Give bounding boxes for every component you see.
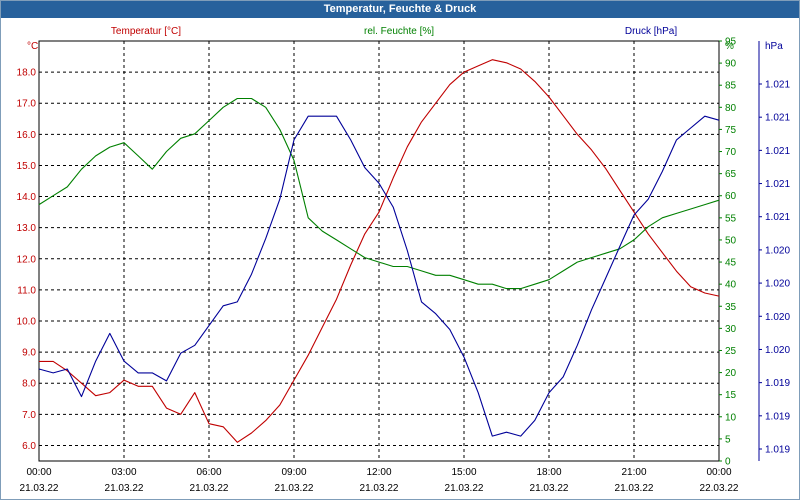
humidity-axis-label: rel. Feuchte [%] [364,26,434,37]
pressure-axis-label: Druck [hPa] [625,26,677,37]
pressure-tick-label: 1.021 [765,146,790,157]
x-tick-time: 15:00 [451,467,476,478]
temperature-tick-label: 12.0 [17,254,37,265]
x-tick-date: 22.03.22 [700,483,739,494]
pressure-tick-label: 1.020 [765,312,790,323]
humidity-tick-label: 35 [725,302,737,313]
humidity-tick-label: 40 [725,280,737,291]
humidity-tick-label: 65 [725,169,737,180]
humidity-tick-label: 90 [725,59,737,70]
pressure-tick-label: 1.019 [765,445,790,456]
x-tick-time: 12:00 [366,467,391,478]
pressure-tick-label: 1.019 [765,378,790,389]
x-tick-date: 21.03.22 [530,483,569,494]
pressure-tick-label: 1.020 [765,345,790,356]
chart-window: Temperatur, Feuchte & Druck 00:00 21.03.2… [0,0,800,500]
temperature-tick-label: 16.0 [17,130,37,141]
humidity-tick-label: 15 [725,390,737,401]
pressure-tick-label: 1.021 [765,80,790,91]
humidity-tick-label: 85 [725,81,737,92]
pressure-tick-label: 1.021 [765,179,790,190]
x-tick-date: 21.03.22 [445,483,484,494]
pressure-tick-label: 1.021 [765,212,790,223]
x-tick-time: 09:00 [281,467,306,478]
humidity-tick-label: 30 [725,324,737,335]
humidity-tick-label: 75 [725,125,737,136]
x-tick-date: 21.03.22 [105,483,144,494]
humidity-tick-label: 80 [725,103,737,114]
temperature-tick-label: 7.0 [22,410,36,421]
humidity-tick-label: 5 [725,434,731,445]
pressure-tick-label: 1.019 [765,411,790,422]
temperature-tick-label: 10.0 [17,317,37,328]
humidity-tick-label: 45 [725,258,737,269]
humidity-tick-label: 20 [725,368,737,379]
x-tick-date: 21.03.22 [615,483,654,494]
x-tick-date: 21.03.22 [190,483,229,494]
pressure-tick-label: 1.021 [765,113,790,124]
humidity-tick-label: 60 [725,191,737,202]
x-tick-date: 21.03.22 [275,483,314,494]
temperature-tick-label: 9.0 [22,348,36,359]
temperature-tick-label: 15.0 [17,161,37,172]
x-tick-time: 00:00 [26,467,51,478]
temperature-tick-label: 8.0 [22,379,36,390]
humidity-unit: % [725,41,734,52]
x-tick-date: 21.03.22 [20,483,59,494]
pressure-tick-label: 1.020 [765,279,790,290]
temperature-tick-label: 11.0 [17,285,36,296]
x-tick-time: 06:00 [196,467,221,478]
chart-svg: 00:00 21.03.22 03:00 21.03.22 06:00 21.03.22 0… [17,26,791,494]
temperature-tick-label: 13.0 [17,223,37,234]
humidity-tick-label: 70 [725,147,737,158]
humidity-tick-label: 25 [725,346,737,357]
temperature-axis-label: Temperatur [°C] [111,26,181,37]
humidity-tick-label: 10 [725,412,737,423]
pressure-tick-label: 1.020 [765,245,790,256]
x-tick-time: 21:00 [621,467,646,478]
x-tick-date: 21.03.22 [360,483,399,494]
temperature-unit: °C [27,41,38,52]
temperature-tick-label: 17.0 [17,99,37,110]
humidity-tick-label: 0 [725,457,731,468]
pressure-unit: hPa [765,41,783,52]
humidity-tick-label: 50 [725,235,737,246]
humidity-tick-label: 55 [725,213,737,224]
temperature-tick-label: 6.0 [22,441,36,452]
x-tick-time: 18:00 [536,467,561,478]
temperature-tick-label: 14.0 [17,192,37,203]
temperature-tick-label: 18.0 [17,68,37,79]
x-tick-time: 03:00 [111,467,136,478]
x-tick-time: 00:00 [706,467,731,478]
